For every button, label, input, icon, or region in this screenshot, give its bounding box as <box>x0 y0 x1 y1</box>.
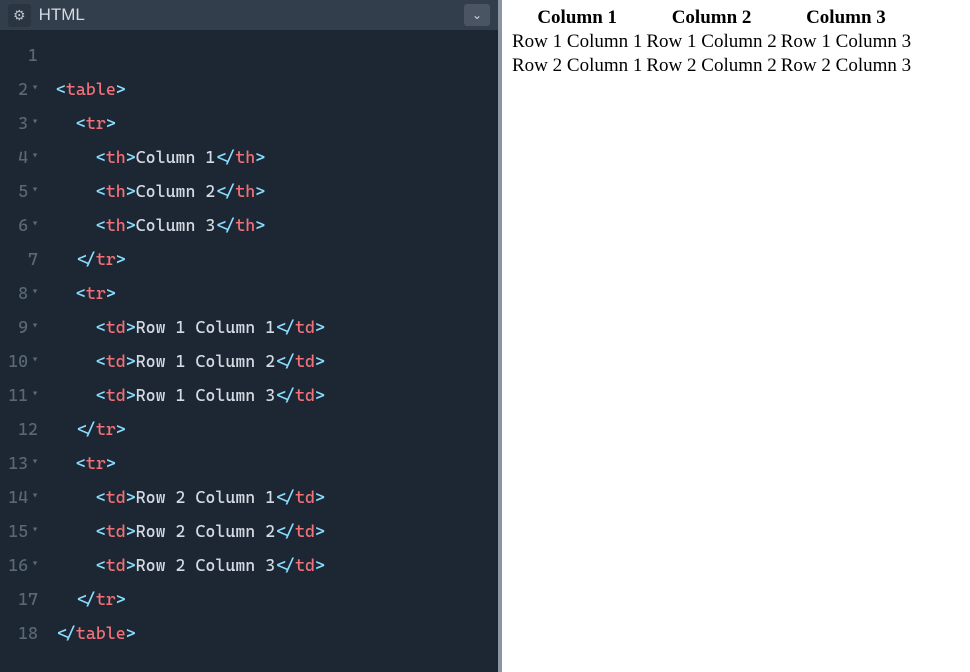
line-gutter: 12▾3▾4▾5▾6▾78▾9▾10▾11▾1213▾14▾15▾16▾1718 <box>0 38 48 672</box>
code-line[interactable]: <th>Column 1</th> <box>56 140 498 174</box>
line-number: 1 <box>0 38 38 72</box>
chevron-down-icon: ⌄ <box>472 8 482 22</box>
line-number: 18 <box>0 616 38 650</box>
fold-arrow-icon[interactable]: ▾ <box>32 140 38 174</box>
code-line[interactable]: <th>Column 3</th> <box>56 208 498 242</box>
fold-arrow-icon[interactable]: ▾ <box>32 480 38 514</box>
code-line[interactable]: </tr> <box>56 582 498 616</box>
fold-arrow-icon[interactable]: ▾ <box>32 310 38 344</box>
table-row: Row 1 Column 1 Row 1 Column 2 Row 1 Colu… <box>510 30 913 54</box>
line-number: 11▾ <box>0 378 38 412</box>
code-line[interactable]: </tr> <box>56 242 498 276</box>
line-number: 17 <box>0 582 38 616</box>
fold-arrow-icon[interactable]: ▾ <box>32 514 38 548</box>
table-header: Column 2 <box>644 6 778 30</box>
header-left: ⚙ HTML <box>8 4 85 27</box>
fold-arrow-icon[interactable]: ▾ <box>32 208 38 242</box>
code-line[interactable]: </tr> <box>56 412 498 446</box>
fold-arrow-icon[interactable]: ▾ <box>32 446 38 480</box>
preview-table: Column 1 Column 2 Column 3 Row 1 Column … <box>510 6 913 78</box>
table-cell: Row 2 Column 2 <box>644 54 778 78</box>
code-lines[interactable]: <table> <tr> <th>Column 1</th> <th>Colum… <box>48 38 498 672</box>
line-number: 8▾ <box>0 276 38 310</box>
line-number: 14▾ <box>0 480 38 514</box>
code-line[interactable]: <td>Row 2 Column 3</td> <box>56 548 498 582</box>
table-header: Column 1 <box>510 6 644 30</box>
table-cell: Row 2 Column 3 <box>779 54 913 78</box>
table-cell: Row 1 Column 1 <box>510 30 644 54</box>
code-line[interactable]: <td>Row 1 Column 1</td> <box>56 310 498 344</box>
code-area[interactable]: 12▾3▾4▾5▾6▾78▾9▾10▾11▾1213▾14▾15▾16▾1718… <box>0 30 498 672</box>
code-line[interactable]: <tr> <box>56 106 498 140</box>
code-line[interactable]: <table> <box>56 72 498 106</box>
code-line[interactable]: <td>Row 1 Column 3</td> <box>56 378 498 412</box>
line-number: 12 <box>0 412 38 446</box>
code-line[interactable]: <td>Row 2 Column 1</td> <box>56 480 498 514</box>
editor-pane: ⚙ HTML ⌄ 12▾3▾4▾5▾6▾78▾9▾10▾11▾1213▾14▾1… <box>0 0 498 672</box>
code-line[interactable]: </table> <box>56 616 498 650</box>
table-header: Column 3 <box>779 6 913 30</box>
table-row: Row 2 Column 1 Row 2 Column 2 Row 2 Colu… <box>510 54 913 78</box>
table-cell: Row 2 Column 1 <box>510 54 644 78</box>
editor-title: HTML <box>39 5 85 25</box>
line-number: 5▾ <box>0 174 38 208</box>
line-number: 3▾ <box>0 106 38 140</box>
fold-arrow-icon[interactable]: ▾ <box>32 548 38 582</box>
editor-dropdown-button[interactable]: ⌄ <box>464 4 490 26</box>
gear-icon[interactable]: ⚙ <box>8 4 31 27</box>
line-number: 2▾ <box>0 72 38 106</box>
fold-arrow-icon[interactable]: ▾ <box>32 344 38 378</box>
line-number: 15▾ <box>0 514 38 548</box>
table-cell: Row 1 Column 3 <box>779 30 913 54</box>
code-line[interactable]: <th>Column 2</th> <box>56 174 498 208</box>
code-line[interactable]: <td>Row 2 Column 2</td> <box>56 514 498 548</box>
code-line[interactable]: <td>Row 1 Column 2</td> <box>56 344 498 378</box>
fold-arrow-icon[interactable]: ▾ <box>32 174 38 208</box>
fold-arrow-icon[interactable]: ▾ <box>32 72 38 106</box>
table-cell: Row 1 Column 2 <box>644 30 778 54</box>
line-number: 9▾ <box>0 310 38 344</box>
table-header-row: Column 1 Column 2 Column 3 <box>510 6 913 30</box>
line-number: 10▾ <box>0 344 38 378</box>
line-number: 6▾ <box>0 208 38 242</box>
code-line[interactable]: <tr> <box>56 276 498 310</box>
line-number: 13▾ <box>0 446 38 480</box>
preview-pane: Column 1 Column 2 Column 3 Row 1 Column … <box>498 0 970 672</box>
code-line[interactable] <box>56 38 498 72</box>
fold-arrow-icon[interactable]: ▾ <box>32 378 38 412</box>
line-number: 7 <box>0 242 38 276</box>
line-number: 16▾ <box>0 548 38 582</box>
editor-header: ⚙ HTML ⌄ <box>0 0 498 30</box>
fold-arrow-icon[interactable]: ▾ <box>32 276 38 310</box>
fold-arrow-icon[interactable]: ▾ <box>32 106 38 140</box>
line-number: 4▾ <box>0 140 38 174</box>
code-line[interactable]: <tr> <box>56 446 498 480</box>
